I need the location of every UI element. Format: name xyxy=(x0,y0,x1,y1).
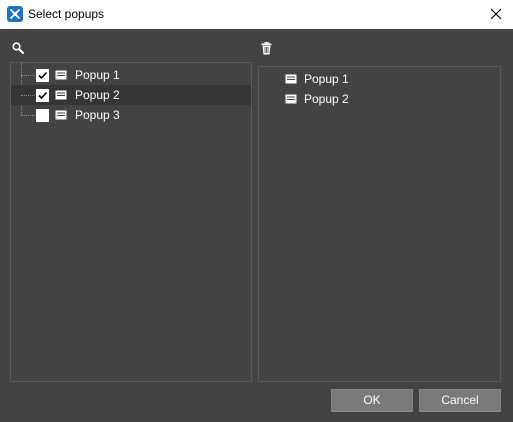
list-item-label: Popup 2 xyxy=(75,88,120,102)
selected-popups-list[interactable]: Popup 1 Popup 2 xyxy=(258,66,501,382)
checkbox-popup-3[interactable] xyxy=(36,109,49,122)
trash-icon[interactable] xyxy=(261,42,272,58)
window-title: Select popups xyxy=(28,7,105,21)
close-icon xyxy=(490,8,502,20)
list-item-label: Popup 2 xyxy=(304,92,349,106)
popup-icon xyxy=(285,94,297,104)
cancel-button[interactable]: Cancel xyxy=(419,389,501,412)
list-item-label: Popup 3 xyxy=(75,108,120,122)
close-button[interactable] xyxy=(479,0,513,29)
checkbox-popup-1[interactable] xyxy=(36,69,49,82)
available-popups-list[interactable]: Popup 1 Popup 2 Popup 3 xyxy=(10,62,252,382)
checkbox-popup-2[interactable] xyxy=(36,89,49,102)
list-item-label: Popup 1 xyxy=(304,72,349,86)
app-tools-icon xyxy=(7,6,23,22)
title-bar: Select popups xyxy=(0,0,513,29)
list-item[interactable]: Popup 1 xyxy=(11,65,251,85)
popup-icon xyxy=(285,74,297,84)
list-item[interactable]: Popup 2 xyxy=(259,89,500,109)
list-item-label: Popup 1 xyxy=(75,68,120,82)
popup-icon xyxy=(55,70,67,80)
list-item[interactable]: Popup 3 xyxy=(11,105,251,125)
popup-icon xyxy=(55,90,67,100)
popup-icon xyxy=(55,110,67,120)
list-item[interactable]: Popup 2 xyxy=(11,85,251,105)
ok-button[interactable]: OK xyxy=(331,389,413,412)
list-item[interactable]: Popup 1 xyxy=(259,69,500,89)
search-icon[interactable] xyxy=(12,42,24,57)
